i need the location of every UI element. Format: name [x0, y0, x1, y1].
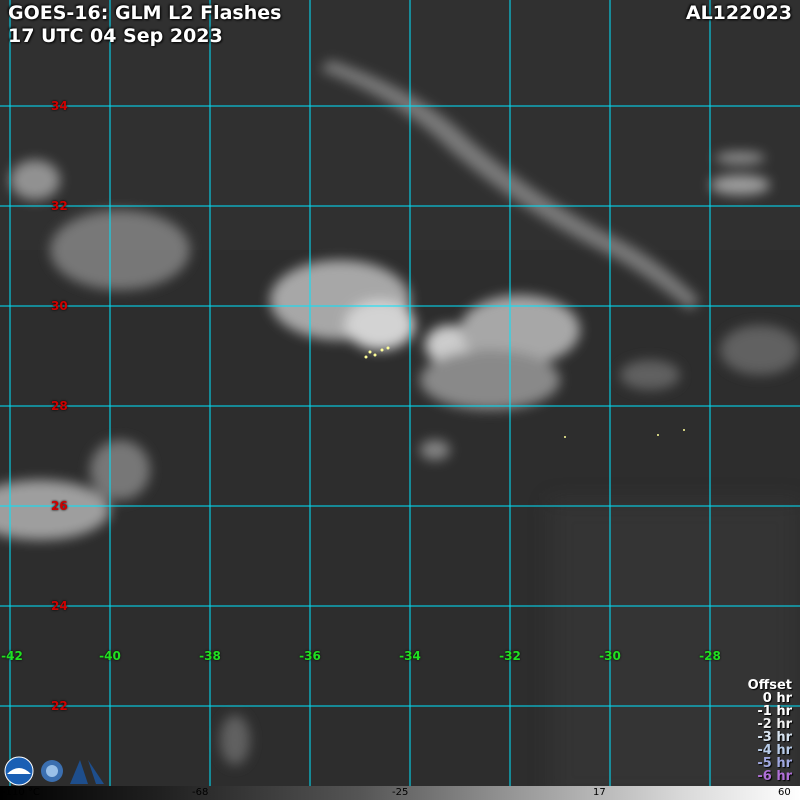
colorbar-label: 17: [593, 787, 606, 798]
agency-logos: [4, 756, 104, 786]
nasa-logo-icon: [70, 760, 104, 784]
lat-label: 24: [51, 599, 68, 613]
lat-label: 30: [51, 299, 68, 313]
satellite-map: [0, 0, 800, 800]
map-title: GOES-16: GLM L2 Flashes: [8, 2, 282, 24]
lon-label: -40: [99, 649, 121, 663]
lon-label: -42: [1, 649, 23, 663]
storm-id: AL122023: [685, 2, 792, 24]
lon-label: -28: [699, 649, 721, 663]
lon-label: -34: [399, 649, 421, 663]
lon-label: -36: [299, 649, 321, 663]
colorbar-label: 60: [778, 787, 791, 798]
lon-label: -38: [199, 649, 221, 663]
lon-label: -32: [499, 649, 521, 663]
offset-entry: -6 hr: [757, 769, 792, 784]
lat-label: 34: [51, 99, 68, 113]
offset-legend: Offset 0 hr -1 hr -2 hr -3 hr -4 hr -5 h…: [748, 679, 792, 783]
lon-label: -30: [599, 649, 621, 663]
lat-label: 22: [51, 699, 68, 713]
lat-label: 26: [51, 499, 68, 513]
map-datetime: 17 UTC 04 Sep 2023: [8, 25, 223, 47]
noaa-logo-icon: [4, 756, 34, 786]
colorbar-label: -25: [392, 787, 409, 798]
lat-label: 32: [51, 199, 68, 213]
colorbar-label: -110 °C: [2, 787, 40, 798]
nesdis-logo-icon: [41, 760, 63, 782]
lat-label: 28: [51, 399, 68, 413]
colorbar-label: -68: [192, 787, 209, 798]
